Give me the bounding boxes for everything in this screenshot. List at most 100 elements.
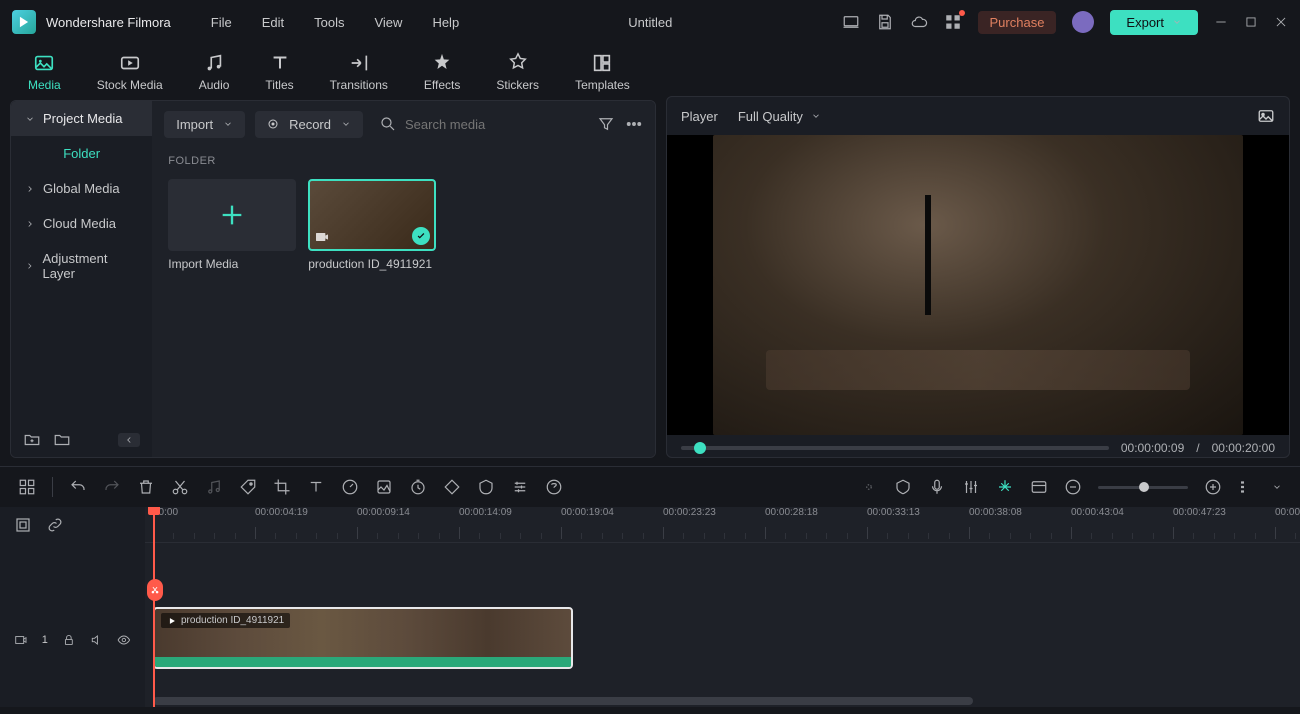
tab-media[interactable]: Media <box>10 46 79 98</box>
media-clip-tile[interactable]: production ID_4911921 <box>308 179 436 271</box>
tab-stock-media[interactable]: Stock Media <box>79 46 181 98</box>
adjust-icon[interactable] <box>511 478 529 496</box>
tag-icon[interactable] <box>239 478 257 496</box>
filter-icon[interactable] <box>597 115 615 133</box>
caret-down-icon <box>25 114 35 124</box>
time-separator: / <box>1196 441 1199 455</box>
notification-dot <box>959 10 965 16</box>
record-dropdown[interactable]: Record <box>255 111 363 138</box>
close-icon[interactable] <box>1274 15 1288 29</box>
scrub-handle[interactable] <box>694 442 706 454</box>
view-mode-icon[interactable] <box>1030 478 1048 496</box>
sidebar-item-global-media[interactable]: Global Media <box>11 171 152 206</box>
search-input[interactable] <box>405 117 581 132</box>
media-icon <box>33 52 55 74</box>
video-frame <box>713 135 1243 435</box>
purchase-button[interactable]: Purchase <box>978 11 1057 34</box>
magnet-icon[interactable] <box>996 478 1014 496</box>
tab-stickers[interactable]: Stickers <box>478 46 557 98</box>
new-folder-icon[interactable] <box>23 431 41 449</box>
menu-help[interactable]: Help <box>432 15 459 30</box>
menu-edit[interactable]: Edit <box>262 15 284 30</box>
sidebar-item-cloud-media[interactable]: Cloud Media <box>11 206 152 241</box>
minimize-icon[interactable] <box>1214 15 1228 29</box>
preview-viewport[interactable] <box>667 135 1289 435</box>
undo-icon[interactable] <box>69 478 87 496</box>
cut-icon[interactable] <box>171 478 189 496</box>
maximize-icon[interactable] <box>1244 15 1258 29</box>
grid-icon[interactable] <box>18 478 36 496</box>
snapshot-icon[interactable] <box>1257 107 1275 125</box>
save-icon[interactable] <box>876 13 894 31</box>
select-all-icon[interactable] <box>14 516 32 534</box>
color-icon[interactable] <box>375 478 393 496</box>
sidebar-header-project-media[interactable]: Project Media <box>11 101 152 136</box>
export-button[interactable]: Export <box>1110 10 1198 35</box>
tab-transitions[interactable]: Transitions <box>312 46 406 98</box>
zoom-in-icon[interactable] <box>1204 478 1222 496</box>
ruler-tick: 00:00:23:23 <box>663 507 716 518</box>
folder-section-label: FOLDER <box>152 147 655 175</box>
collapse-sidebar-button[interactable] <box>118 433 140 447</box>
folder-icon[interactable] <box>53 431 71 449</box>
menu-file[interactable]: File <box>211 15 232 30</box>
chevron-down-icon[interactable] <box>1272 482 1282 492</box>
preview-tab-player[interactable]: Player <box>681 109 718 124</box>
tab-effects[interactable]: Effects <box>406 46 478 98</box>
delete-icon[interactable] <box>137 478 155 496</box>
mute-icon[interactable] <box>90 633 104 647</box>
chevron-down-icon <box>223 119 233 129</box>
device-icon[interactable] <box>842 13 860 31</box>
ruler-tick: 00:00:28:18 <box>765 507 818 518</box>
apps-icon-wrap[interactable] <box>944 13 962 31</box>
zoom-out-icon[interactable] <box>1064 478 1082 496</box>
visibility-icon[interactable] <box>117 633 131 647</box>
ai-icon[interactable] <box>545 478 563 496</box>
timeline-tracks[interactable]: 00:0000:00:04:1900:00:09:1400:00:14:0900… <box>145 507 1300 707</box>
chevron-left-icon <box>124 435 134 445</box>
voiceover-icon[interactable] <box>928 478 946 496</box>
beat-icon[interactable] <box>205 478 223 496</box>
track-index: 1 <box>42 634 48 646</box>
avatar[interactable] <box>1072 11 1094 33</box>
crop-icon[interactable] <box>273 478 291 496</box>
zoom-handle[interactable] <box>1139 482 1149 492</box>
zoom-slider[interactable] <box>1098 486 1188 489</box>
more-icon[interactable] <box>625 115 643 133</box>
stickers-icon <box>507 52 529 74</box>
link-icon[interactable] <box>46 516 64 534</box>
tab-titles[interactable]: Titles <box>247 46 311 98</box>
ruler-tick: 00:00:09:14 <box>357 507 410 518</box>
track-options-icon[interactable] <box>1238 478 1256 496</box>
keyframe-icon[interactable] <box>443 478 461 496</box>
duration-icon[interactable] <box>409 478 427 496</box>
marker-icon[interactable] <box>894 478 912 496</box>
apps-icon <box>944 13 962 31</box>
timeline-clip[interactable]: production ID_4911921 <box>153 607 573 669</box>
import-dropdown[interactable]: Import <box>164 111 245 138</box>
chevron-down-icon <box>811 111 821 121</box>
mask-icon[interactable] <box>477 478 495 496</box>
scrub-bar[interactable] <box>681 446 1109 450</box>
import-media-tile[interactable]: Import Media <box>168 179 296 271</box>
speed-icon[interactable] <box>341 478 359 496</box>
cloud-icon[interactable] <box>910 13 928 31</box>
playhead[interactable] <box>153 507 155 707</box>
text-icon[interactable] <box>307 478 325 496</box>
tab-templates[interactable]: Templates <box>557 46 648 98</box>
redo-icon[interactable] <box>103 478 121 496</box>
mixer-icon[interactable] <box>962 478 980 496</box>
sidebar-item-adjustment-layer[interactable]: Adjustment Layer <box>11 241 152 291</box>
ruler-tick: 00:00:04:19 <box>255 507 308 518</box>
sidebar-item-folder[interactable]: Folder <box>11 136 152 171</box>
horizontal-scrollbar[interactable] <box>153 697 973 705</box>
search-icon <box>379 115 397 133</box>
tab-audio[interactable]: Audio <box>181 46 248 98</box>
render-icon[interactable] <box>860 478 878 496</box>
timeline-ruler[interactable]: 00:0000:00:04:1900:00:09:1400:00:14:0900… <box>145 507 1300 543</box>
lock-icon[interactable] <box>62 633 76 647</box>
menu-tools[interactable]: Tools <box>314 15 344 30</box>
cut-handle[interactable] <box>147 579 163 601</box>
quality-dropdown[interactable]: Full Quality <box>738 109 821 124</box>
menu-view[interactable]: View <box>374 15 402 30</box>
